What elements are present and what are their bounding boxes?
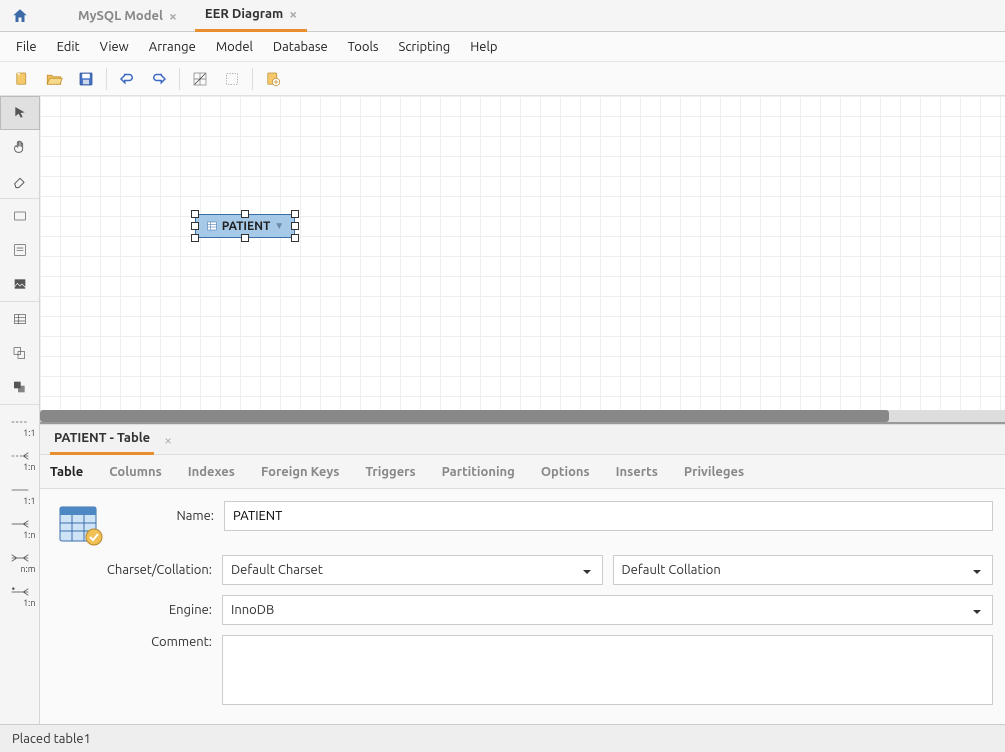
resize-handle[interactable] bbox=[291, 222, 299, 230]
relationship-1-1-id-tool[interactable]: 1:1 bbox=[0, 473, 40, 507]
save-button[interactable] bbox=[70, 64, 102, 94]
close-icon[interactable]: × bbox=[164, 432, 172, 448]
menu-model[interactable]: Model bbox=[208, 36, 261, 58]
resize-handle[interactable] bbox=[291, 234, 299, 242]
relationship-n-m-tool[interactable]: n:m bbox=[0, 541, 40, 575]
canvas-grid bbox=[40, 96, 1005, 422]
relationship-1-n-id-tool[interactable]: 1:n bbox=[0, 507, 40, 541]
comment-input[interactable] bbox=[222, 635, 993, 705]
menu-view[interactable]: View bbox=[92, 36, 137, 58]
relationship-1-n-nonid-tool[interactable]: 1:n bbox=[0, 439, 40, 473]
table-editor-tabs: Table Columns Indexes Foreign Keys Trigg… bbox=[40, 455, 1005, 489]
tab-columns[interactable]: Columns bbox=[109, 465, 162, 479]
undo-button[interactable] bbox=[111, 64, 143, 94]
menu-help[interactable]: Help bbox=[462, 36, 505, 58]
tab-table[interactable]: Table bbox=[50, 465, 83, 479]
menu-database[interactable]: Database bbox=[265, 36, 336, 58]
hand-tool[interactable] bbox=[0, 130, 40, 164]
collation-select[interactable]: Default Collation bbox=[613, 555, 994, 585]
align-button[interactable] bbox=[216, 64, 248, 94]
note-tool[interactable] bbox=[0, 233, 40, 267]
routine-tool[interactable] bbox=[0, 370, 40, 404]
table-editor-panel: PATIENT - Table × Table Columns Indexes … bbox=[40, 424, 1005, 724]
eraser-tool[interactable] bbox=[0, 164, 40, 198]
resize-handle[interactable] bbox=[191, 222, 199, 230]
diagram-canvas[interactable]: PATIENT ▼ bbox=[40, 96, 1005, 424]
layer-tool[interactable] bbox=[0, 199, 40, 233]
table-tool[interactable] bbox=[0, 302, 40, 336]
status-bar: Placed table1 bbox=[0, 724, 1005, 752]
toolbar bbox=[0, 62, 1005, 96]
tab-partitioning[interactable]: Partitioning bbox=[442, 465, 515, 479]
comment-label: Comment: bbox=[52, 635, 212, 649]
view-tool[interactable] bbox=[0, 336, 40, 370]
scrollbar-thumb[interactable] bbox=[40, 410, 889, 422]
tab-eer-diagram[interactable]: EER Diagram × bbox=[195, 0, 307, 32]
entity-title: PATIENT bbox=[222, 220, 271, 233]
charset-select[interactable]: Default Charset bbox=[222, 555, 603, 585]
table-large-icon bbox=[56, 501, 104, 549]
image-tool[interactable] bbox=[0, 267, 40, 301]
close-icon[interactable]: × bbox=[289, 6, 297, 22]
status-text: Placed table1 bbox=[12, 732, 91, 746]
new-file-button[interactable] bbox=[6, 64, 38, 94]
table-icon bbox=[206, 220, 218, 232]
name-input[interactable] bbox=[224, 501, 993, 531]
grid-toggle-button[interactable] bbox=[184, 64, 216, 94]
menu-bar: File Edit View Arrange Model Database To… bbox=[0, 32, 1005, 62]
resize-handle[interactable] bbox=[191, 234, 199, 242]
tab-indexes[interactable]: Indexes bbox=[188, 465, 235, 479]
menu-file[interactable]: File bbox=[8, 36, 45, 58]
menu-arrange[interactable]: Arrange bbox=[141, 36, 204, 58]
charset-label: Charset/Collation: bbox=[52, 563, 212, 577]
tab-mysql-model[interactable]: MySQL Model × bbox=[68, 0, 187, 32]
menu-tools[interactable]: Tools bbox=[340, 36, 387, 58]
tab-label: MySQL Model bbox=[78, 9, 163, 23]
redo-button[interactable] bbox=[143, 64, 175, 94]
table-entity-patient[interactable]: PATIENT ▼ bbox=[195, 214, 295, 238]
name-label: Name: bbox=[114, 509, 214, 523]
close-icon[interactable]: × bbox=[169, 8, 177, 24]
resize-handle[interactable] bbox=[291, 210, 299, 218]
menu-scripting[interactable]: Scripting bbox=[391, 36, 459, 58]
panel-tab-patient-table[interactable]: PATIENT - Table bbox=[50, 425, 154, 455]
chevron-down-icon bbox=[582, 567, 592, 577]
tab-privileges[interactable]: Privileges bbox=[684, 465, 744, 479]
resize-handle[interactable] bbox=[241, 210, 249, 218]
pointer-tool[interactable] bbox=[0, 96, 40, 130]
engine-label: Engine: bbox=[52, 603, 212, 617]
chevron-down-icon bbox=[972, 567, 982, 577]
tab-inserts[interactable]: Inserts bbox=[616, 465, 658, 479]
tab-label: EER Diagram bbox=[205, 7, 283, 21]
new-document-button[interactable] bbox=[257, 64, 289, 94]
resize-handle[interactable] bbox=[191, 210, 199, 218]
tab-options[interactable]: Options bbox=[541, 465, 590, 479]
relationship-existing-tool[interactable]: 1:n bbox=[0, 575, 40, 609]
home-icon[interactable] bbox=[8, 4, 32, 28]
tab-foreign-keys[interactable]: Foreign Keys bbox=[261, 465, 339, 479]
menu-edit[interactable]: Edit bbox=[49, 36, 88, 58]
collapse-icon[interactable]: ▼ bbox=[274, 220, 284, 232]
top-tab-bar: MySQL Model × EER Diagram × bbox=[0, 0, 1005, 32]
tab-triggers[interactable]: Triggers bbox=[365, 465, 415, 479]
resize-handle[interactable] bbox=[241, 234, 249, 242]
horizontal-scrollbar[interactable] bbox=[40, 410, 1005, 422]
relationship-1-1-nonid-tool[interactable]: 1:1 bbox=[0, 405, 40, 439]
chevron-down-icon bbox=[972, 607, 982, 617]
engine-select[interactable]: InnoDB bbox=[222, 595, 993, 625]
tool-palette: 1:1 1:n 1:1 1:n n:m 1:n bbox=[0, 96, 40, 724]
open-file-button[interactable] bbox=[38, 64, 70, 94]
